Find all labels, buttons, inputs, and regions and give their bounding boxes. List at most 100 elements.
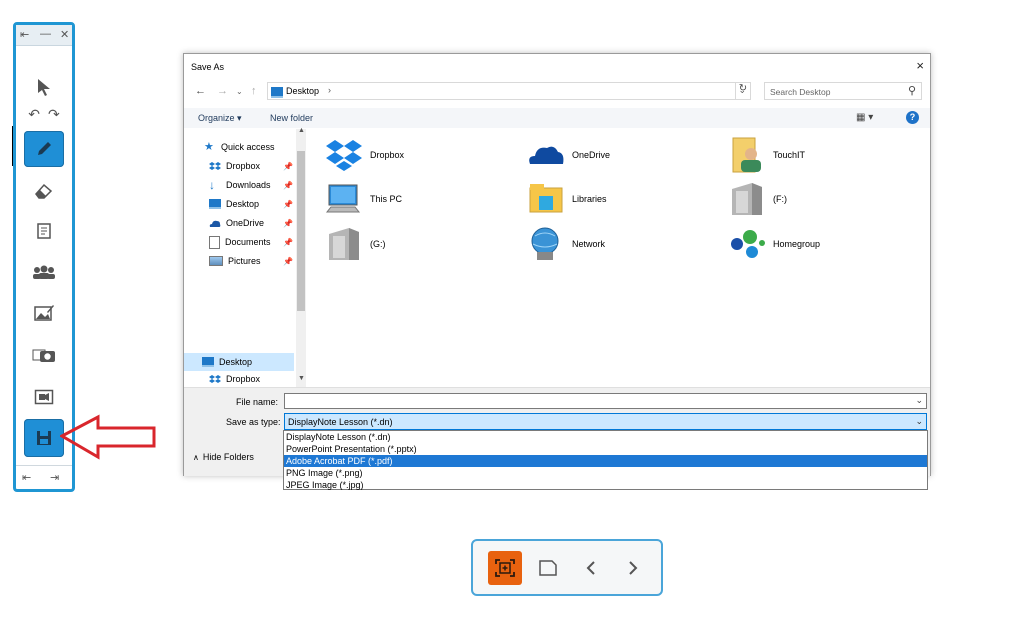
dock-left-icon[interactable]: ⇤ <box>22 471 31 484</box>
scroll-thumb[interactable] <box>297 151 305 311</box>
type-option-jpg[interactable]: JPEG Image (*.jpg) <box>284 479 927 491</box>
close-toolbar-icon[interactable]: ✕ <box>60 28 69 41</box>
desktop-icon <box>271 87 283 98</box>
pin-icon: 📌 <box>283 200 293 209</box>
back-icon[interactable]: ← <box>195 85 206 97</box>
tile-network[interactable]: Network <box>526 224 716 264</box>
tile-label: Network <box>572 239 606 249</box>
nav-item-onedrive[interactable]: OneDrive <box>209 215 264 231</box>
address-bar[interactable]: Desktop › ⌄ <box>267 82 751 100</box>
type-option-dn[interactable]: DisplayNote Lesson (*.dn) <box>284 431 927 443</box>
file-list: Dropbox OneDrive TouchIT This PC Librari… <box>314 129 924 384</box>
pointer-icon <box>38 79 50 96</box>
nav-item-label: Dropbox <box>226 374 261 384</box>
save-as-dialog: Save As × ← → ⌄ ↑ Desktop › ⌄ ↻ Search D… <box>183 53 931 476</box>
nav-item-quick-access[interactable]: ★ Quick access <box>204 139 275 155</box>
type-option-png[interactable]: PNG Image (*.png) <box>284 467 927 479</box>
up-icon[interactable]: ↑ <box>251 85 257 97</box>
navigation-row: ← → ⌄ ↑ Desktop › ⌄ ↻ Search Desktop ⚲ <box>184 81 930 103</box>
page-icon <box>539 560 557 576</box>
eraser-button[interactable] <box>24 173 64 209</box>
onedrive-icon <box>529 146 564 164</box>
note-icon <box>37 223 51 239</box>
previous-button[interactable] <box>574 551 608 585</box>
refresh-icon[interactable]: ↻ <box>735 83 750 99</box>
media-icon <box>34 389 54 405</box>
forward-icon[interactable]: → <box>217 85 228 97</box>
nav-item-pictures[interactable]: Pictures <box>209 253 261 269</box>
help-icon[interactable]: ? <box>906 111 919 124</box>
scroll-up-icon[interactable]: ▲ <box>298 127 305 134</box>
hide-folders-label: Hide Folders <box>202 452 254 462</box>
search-input[interactable]: Search Desktop ⚲ <box>764 82 922 100</box>
tile-label: OneDrive <box>572 150 611 160</box>
nav-item-label: Desktop <box>219 357 253 367</box>
close-icon[interactable]: × <box>916 58 924 73</box>
pointer-button[interactable] <box>24 69 64 105</box>
type-option-pptx[interactable]: PowerPoint Presentation (*.pptx) <box>284 443 927 455</box>
camera-icon <box>32 349 55 362</box>
note-button[interactable] <box>24 213 64 249</box>
camera-button[interactable] <box>24 337 64 373</box>
save-icon <box>37 431 51 445</box>
tile-onedrive[interactable]: OneDrive <box>526 135 716 175</box>
redo-icon[interactable]: ↷ <box>48 106 60 123</box>
tile-dropbox[interactable]: Dropbox <box>324 135 514 175</box>
tile-drive-g[interactable]: (G:) <box>324 224 514 264</box>
nav-item-label: Downloads <box>226 180 271 190</box>
tile-homegroup[interactable]: Homegroup <box>727 224 917 264</box>
dropbox-icon <box>209 374 221 383</box>
nav-item-dropbox[interactable]: Dropbox <box>209 158 260 174</box>
minimize-icon[interactable]: — <box>40 28 51 40</box>
nav-item-desktop-selected[interactable]: Desktop <box>202 354 252 370</box>
pin-icon: 📌 <box>283 219 293 228</box>
capture-icon <box>495 559 515 577</box>
undo-icon[interactable]: ↶ <box>28 106 40 123</box>
nav-item-label: Dropbox <box>226 161 261 171</box>
pen-button[interactable] <box>24 131 64 167</box>
file-name-dropdown-icon[interactable]: ⌄ <box>915 395 923 406</box>
tile-label: Libraries <box>572 194 607 204</box>
nav-item-label: Quick access <box>221 142 275 152</box>
dock-icon[interactable]: ⇤ <box>20 28 29 41</box>
view-options-icon[interactable]: ▦ ▾ <box>856 112 873 123</box>
new-folder-button[interactable]: New folder <box>270 113 313 123</box>
nav-item-desktop[interactable]: Desktop <box>209 196 259 212</box>
file-name-input[interactable]: ⌄ <box>284 393 927 409</box>
page-toolbar <box>471 539 663 596</box>
breadcrumb-chevron-icon[interactable]: › <box>328 85 331 95</box>
participants-button[interactable] <box>24 254 64 290</box>
dock-right-icon[interactable]: ⇥ <box>50 471 59 484</box>
save-type-value: DisplayNote Lesson (*.dn) <box>288 417 393 427</box>
drive-icon <box>732 183 762 215</box>
tile-drive-f[interactable]: (F:) <box>727 179 917 219</box>
save-type-select[interactable]: DisplayNote Lesson (*.dn) ⌄ <box>284 413 927 430</box>
media-button[interactable] <box>24 379 64 415</box>
save-button[interactable] <box>24 419 64 457</box>
tile-libraries[interactable]: Libraries <box>526 179 716 219</box>
capture-button[interactable] <box>488 551 522 585</box>
address-location[interactable]: Desktop <box>286 86 319 96</box>
red-arrow-annotation <box>60 414 156 460</box>
nav-scrollbar[interactable]: ▲ ▼ <box>296 127 306 387</box>
hide-folders-button[interactable]: ∧ Hide Folders <box>193 452 254 462</box>
tile-label: Dropbox <box>370 150 405 160</box>
image-edit-button[interactable] <box>24 295 64 331</box>
downloads-icon: ↓ <box>209 177 215 192</box>
save-type-options: DisplayNote Lesson (*.dn) PowerPoint Pre… <box>283 430 928 490</box>
nav-item-downloads[interactable]: ↓ Downloads <box>209 177 271 193</box>
organize-button[interactable]: Organize ▾ <box>198 113 242 124</box>
command-bar: Organize ▾ New folder ▦ ▾ ? <box>184 108 930 128</box>
page-button[interactable] <box>531 551 565 585</box>
recent-locations-icon[interactable]: ⌄ <box>236 87 243 96</box>
previous-icon <box>586 561 595 575</box>
scroll-down-icon[interactable]: ▼ <box>298 375 305 382</box>
undo-redo-group: ↶ ↷ <box>24 103 64 125</box>
tile-touchit[interactable]: TouchIT <box>727 135 917 175</box>
tile-this-pc[interactable]: This PC <box>324 179 514 219</box>
nav-item-documents[interactable]: Documents <box>209 234 271 250</box>
next-button[interactable] <box>616 551 650 585</box>
chevron-down-icon[interactable]: ⌄ <box>915 416 923 427</box>
type-option-pdf[interactable]: Adobe Acrobat PDF (*.pdf) <box>284 455 927 467</box>
nav-item-dropbox-partial[interactable]: Dropbox <box>209 372 260 386</box>
